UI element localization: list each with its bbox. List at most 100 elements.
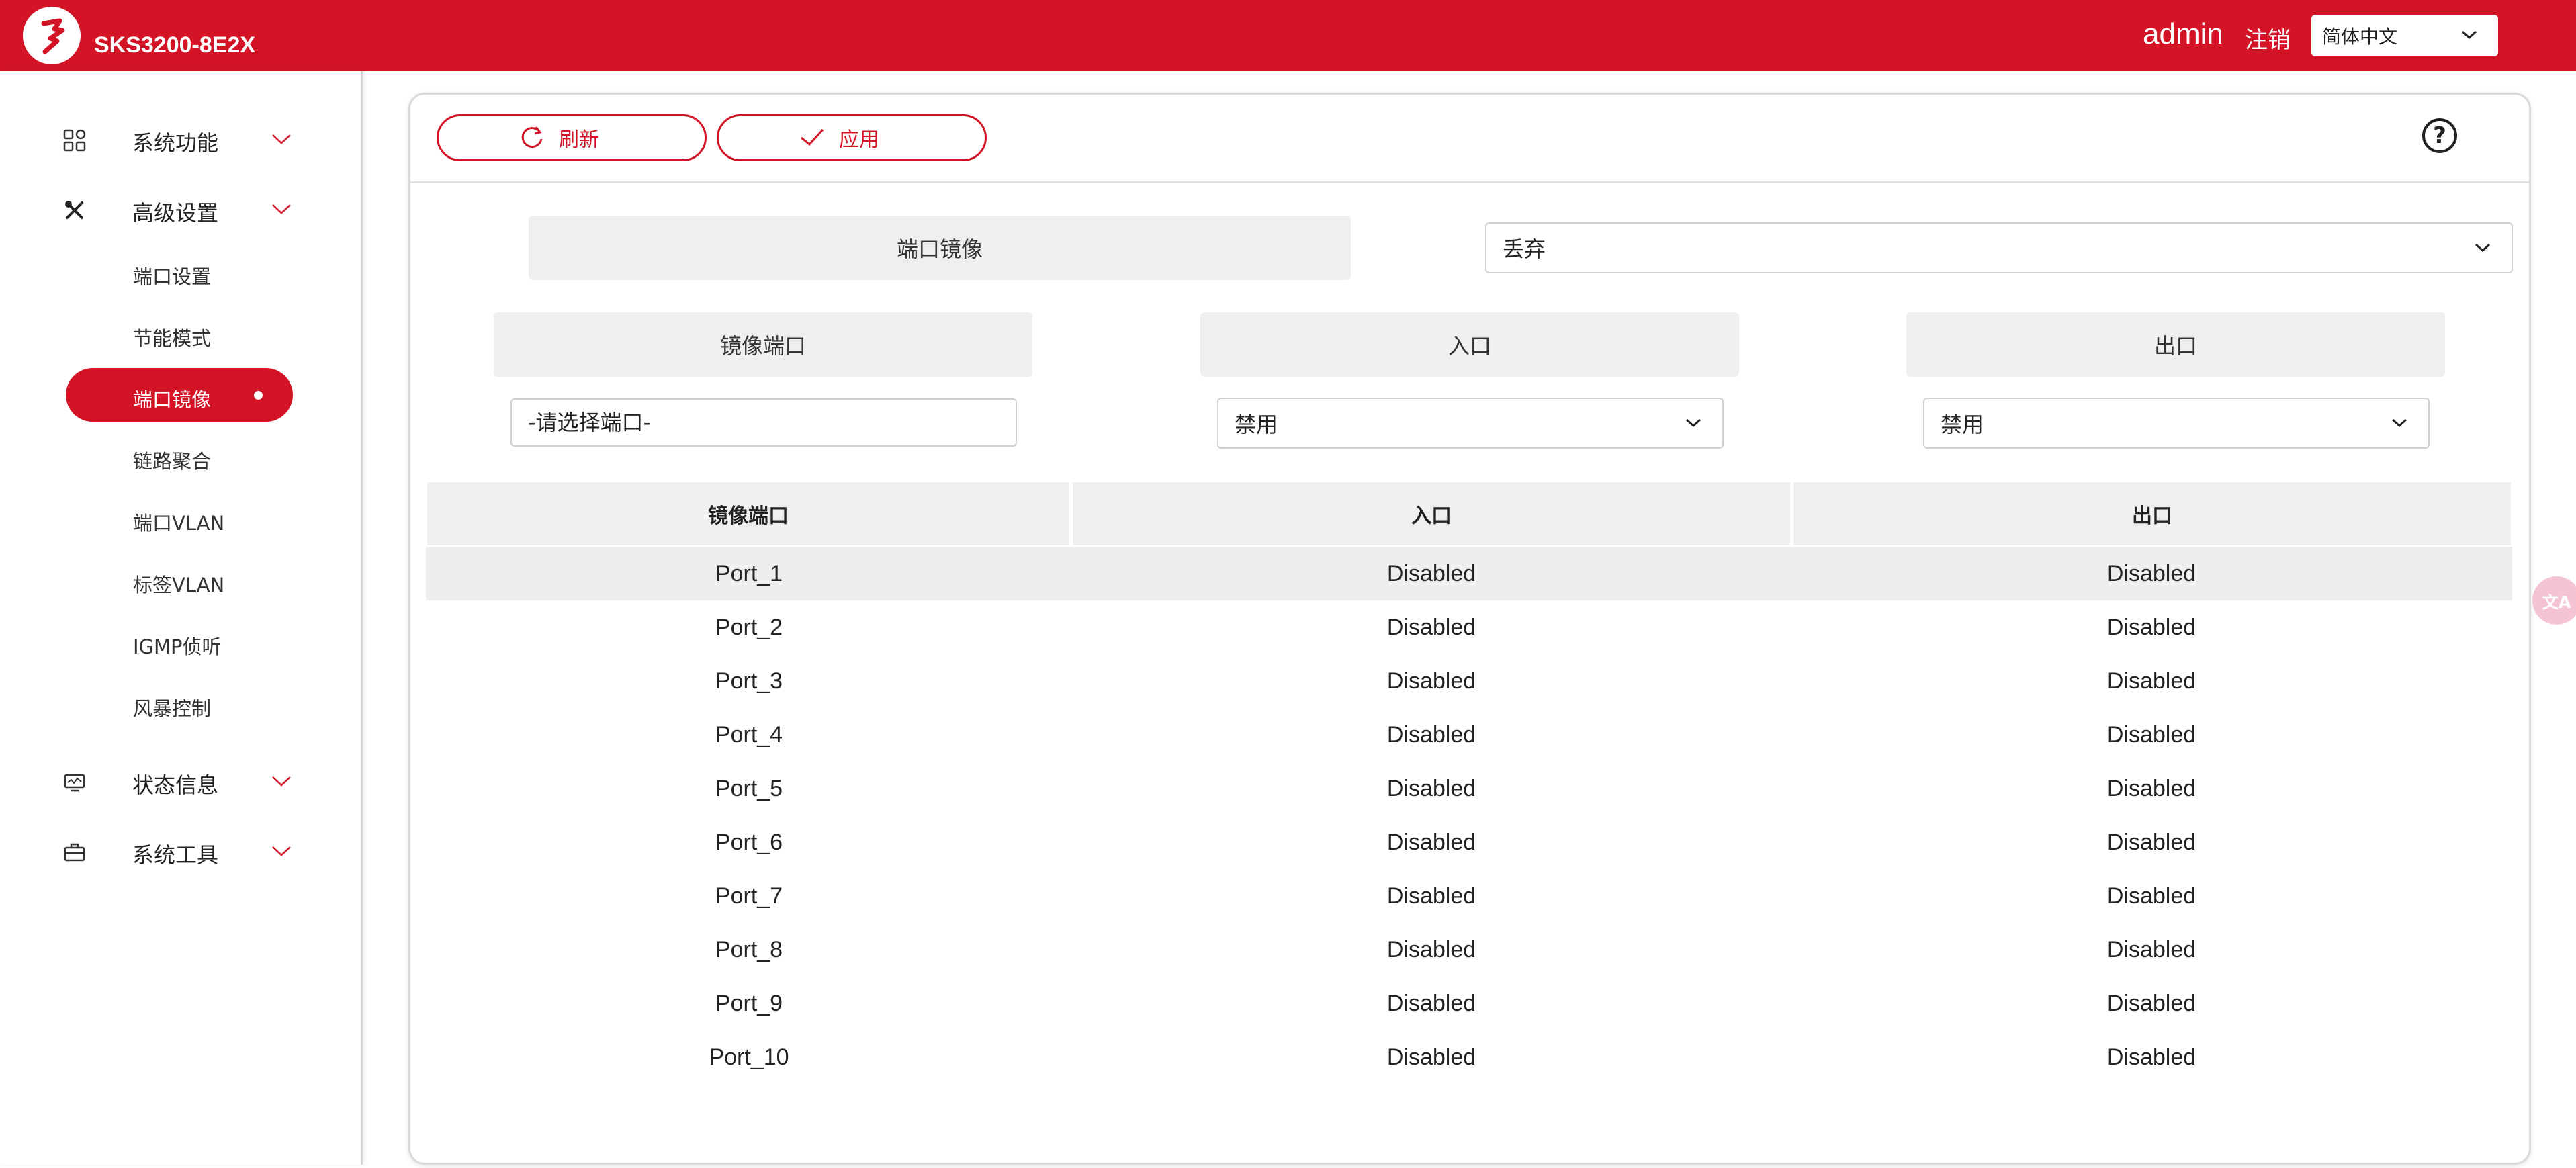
- sidebar-item-port-settings[interactable]: 端口设置: [66, 245, 293, 299]
- sidebar-group-system-functions[interactable]: 系统功能: [0, 113, 363, 167]
- table-header-mirror-port: 镜像端口: [427, 482, 1069, 545]
- language-value: 简体中文: [2322, 26, 2398, 48]
- refresh-button-label: 刷新: [559, 128, 599, 152]
- port-mirroring-label: 端口镜像: [529, 216, 1351, 280]
- egress-select-value: 禁用: [1941, 412, 1984, 437]
- table-row: Port_10 Disabled Disabled: [426, 1030, 2512, 1084]
- current-user: admin: [2143, 17, 2223, 50]
- table-row: Port_6 Disabled Disabled: [426, 815, 2512, 869]
- cell-ingress: Disabled: [1386, 829, 1476, 855]
- cell-egress: Disabled: [2106, 775, 2196, 801]
- sidebar-item-label: 风暴控制: [133, 697, 212, 720]
- table-row: Port_7 Disabled Disabled: [426, 869, 2512, 923]
- cell-egress: Disabled: [2106, 668, 2196, 694]
- table-header-egress: 出口: [1793, 482, 2511, 545]
- logout-link[interactable]: 注销: [2245, 21, 2291, 54]
- table-row: Port_2 Disabled Disabled: [426, 600, 2512, 654]
- chevron-down-icon: [2461, 30, 2477, 40]
- cell-port: Port_8: [715, 936, 783, 962]
- ingress-label: 入口: [1200, 312, 1739, 377]
- cell-port: Port_6: [715, 829, 783, 855]
- table-row: Port_5 Disabled Disabled: [426, 762, 2512, 815]
- mirror-port-input[interactable]: [510, 398, 1017, 447]
- sidebar-item-energy-saving[interactable]: 节能模式: [66, 307, 293, 361]
- cell-egress: Disabled: [2106, 990, 2196, 1016]
- cell-egress: Disabled: [2106, 560, 2196, 586]
- apply-button[interactable]: 应用: [717, 114, 987, 161]
- cell-egress: Disabled: [2106, 1044, 2196, 1070]
- checkmark-icon: [801, 128, 824, 146]
- sidebar-item-port-vlan[interactable]: 端口VLAN: [66, 492, 293, 545]
- cell-port: Port_5: [715, 775, 783, 801]
- cell-ingress: Disabled: [1386, 1044, 1476, 1070]
- ingress-select-value: 禁用: [1235, 412, 1278, 437]
- table-row: Port_8 Disabled Disabled: [426, 923, 2512, 977]
- sidebar-item-storm-control[interactable]: 风暴控制: [66, 677, 293, 731]
- sidebar-group-label: 系统工具: [132, 842, 219, 868]
- cell-port: Port_1: [715, 560, 783, 586]
- cell-port: Port_3: [715, 668, 783, 694]
- cell-port: Port_2: [715, 614, 783, 640]
- help-icon[interactable]: ?: [2422, 118, 2457, 153]
- tools-icon: [65, 201, 83, 219]
- top-header: SKS3200-8E2X admin 注销 简体中文: [0, 0, 2576, 71]
- sidebar-item-link-aggregation[interactable]: 链路聚合: [66, 430, 293, 484]
- active-indicator-dot: [254, 391, 263, 400]
- chevron-down-icon: [2475, 243, 2491, 253]
- sidebar-item-label: 端口设置: [133, 265, 212, 288]
- cell-egress: Disabled: [2106, 829, 2196, 855]
- cell-egress: Disabled: [2106, 614, 2196, 640]
- apply-button-label: 应用: [839, 128, 879, 152]
- cell-ingress: Disabled: [1386, 936, 1476, 962]
- sidebar-item-label: 标签VLAN: [133, 574, 225, 596]
- sidebar-item-label: 端口镜像: [133, 388, 212, 411]
- sidebar-item-label: 节能模式: [133, 327, 212, 350]
- table-row: Port_3 Disabled Disabled: [426, 654, 2512, 708]
- table-header-ingress: 入口: [1073, 482, 1790, 545]
- toolbar-divider: [410, 181, 2529, 183]
- refresh-button[interactable]: 刷新: [437, 114, 707, 161]
- refresh-icon: [521, 126, 543, 148]
- sidebar-group-label: 系统功能: [132, 130, 219, 156]
- sidebar-group-label: 高级设置: [132, 200, 219, 226]
- cell-port: Port_10: [709, 1044, 789, 1070]
- monitor-icon: [64, 774, 85, 792]
- egress-select[interactable]: 禁用: [1923, 398, 2430, 449]
- ingress-select[interactable]: 禁用: [1217, 398, 1724, 449]
- port-mirroring-mode-select[interactable]: 丢弃: [1485, 222, 2513, 273]
- egress-label: 出口: [1906, 312, 2445, 377]
- chevron-down-icon: [272, 134, 291, 144]
- cell-egress: Disabled: [2106, 721, 2196, 748]
- cell-ingress: Disabled: [1386, 721, 1476, 748]
- cell-port: Port_7: [715, 883, 783, 909]
- cell-ingress: Disabled: [1386, 560, 1476, 586]
- brand-logo: [23, 7, 81, 64]
- cell-port: Port_4: [715, 721, 783, 748]
- cell-egress: Disabled: [2106, 936, 2196, 962]
- sidebar-item-tag-vlan[interactable]: 标签VLAN: [66, 553, 293, 607]
- sidebar-item-label: 链路聚合: [133, 450, 212, 473]
- sidebar-group-system-tools[interactable]: 系统工具: [0, 825, 363, 879]
- language-select[interactable]: 简体中文: [2311, 15, 2498, 56]
- sidebar-item-igmp-snooping[interactable]: IGMP侦听: [66, 615, 293, 669]
- cell-ingress: Disabled: [1386, 883, 1476, 909]
- cell-egress: Disabled: [2106, 883, 2196, 909]
- cell-ingress: Disabled: [1386, 614, 1476, 640]
- table-row: Port_1 Disabled Disabled: [426, 547, 2512, 600]
- cell-ingress: Disabled: [1386, 990, 1476, 1016]
- sidebar-group-label: 状态信息: [132, 772, 219, 798]
- chevron-down-icon: [272, 846, 291, 856]
- sidebar-group-status-info[interactable]: 状态信息: [0, 755, 363, 809]
- sidebar-group-advanced-settings[interactable]: 高级设置: [0, 183, 363, 236]
- sidebar-item-port-mirroring[interactable]: 端口镜像: [66, 368, 293, 422]
- mirror-port-label: 镜像端口: [494, 312, 1032, 377]
- cell-ingress: Disabled: [1386, 775, 1476, 801]
- table-row: Port_4 Disabled Disabled: [426, 708, 2512, 762]
- toolbox-icon: [64, 843, 85, 862]
- cell-ingress: Disabled: [1386, 668, 1476, 694]
- chevron-down-icon: [1685, 418, 1701, 428]
- chevron-down-icon: [272, 204, 291, 214]
- cell-port: Port_9: [715, 990, 783, 1016]
- sidebar-item-label: 端口VLAN: [133, 512, 225, 535]
- translate-icon[interactable]: 文A: [2532, 576, 2576, 625]
